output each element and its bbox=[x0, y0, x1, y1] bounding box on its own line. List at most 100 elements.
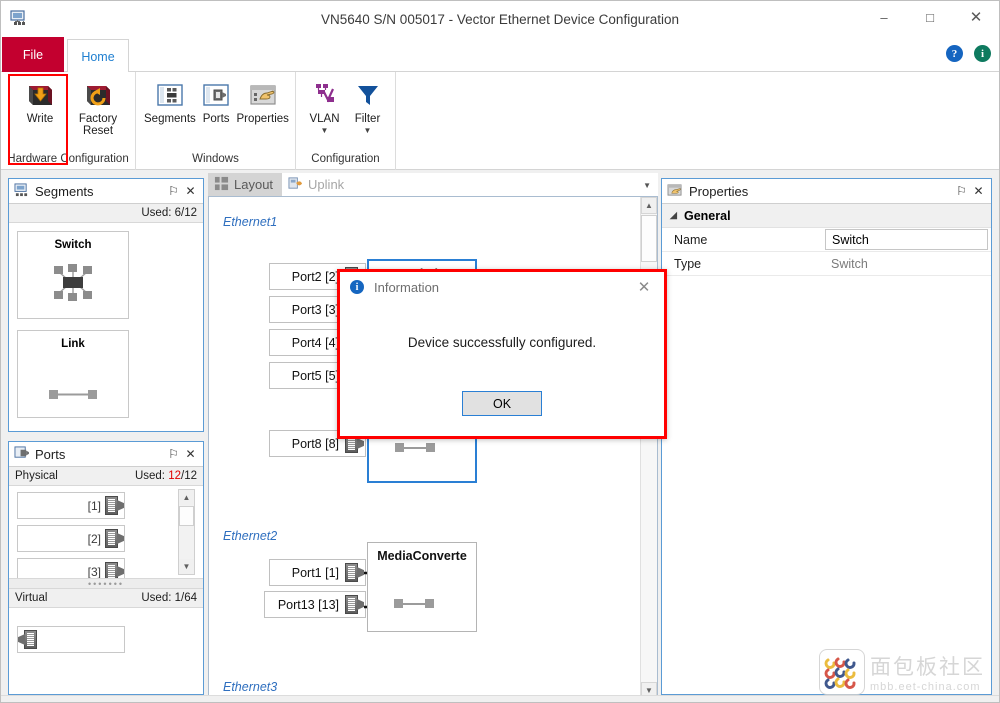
properties-group-general[interactable]: ◢ General bbox=[662, 204, 991, 228]
info-icon[interactable]: i bbox=[974, 45, 991, 62]
properties-close-icon[interactable]: ✕ bbox=[970, 182, 987, 200]
segments-used-label: Used: 6/12 bbox=[9, 204, 203, 223]
maximize-button[interactable]: □ bbox=[907, 1, 953, 33]
properties-pin-icon[interactable]: ⚐ bbox=[953, 182, 970, 200]
ribbon-empty-area bbox=[396, 72, 999, 170]
factory-reset-button-label: Factory Reset bbox=[78, 113, 118, 137]
filter-button-label: Filter bbox=[354, 113, 381, 125]
group-hardware-configuration-title: Hardware Configuration bbox=[7, 153, 129, 165]
ports-pin-icon[interactable]: ⚐ bbox=[165, 445, 182, 463]
dialog-ok-button[interactable]: OK bbox=[462, 391, 542, 416]
ports-window-button-label: Ports bbox=[202, 113, 230, 125]
filter-button[interactable]: Filter ▼ bbox=[346, 76, 389, 135]
ports-splitter[interactable]: ••••••• bbox=[9, 578, 203, 589]
properties-row-type: Type Switch bbox=[662, 252, 991, 276]
virtual-port-item[interactable] bbox=[17, 626, 125, 653]
factory-reset-icon bbox=[82, 80, 114, 110]
segment-card-switch-label: Switch bbox=[54, 239, 92, 251]
port-box-port13[interactable]: Port13 [13] bbox=[264, 591, 366, 618]
physical-port-item[interactable]: [2] bbox=[17, 525, 125, 552]
properties-group-label: General bbox=[684, 208, 731, 223]
ports-panel: Ports ⚐ ✕ Physical Used: 12/12 [1] [2] [… bbox=[8, 441, 204, 695]
group-configuration: VLAN ▼ Filter ▼ Configuration bbox=[296, 72, 396, 170]
dialog-header: i Information ✕ bbox=[340, 272, 664, 302]
properties-panel: Properties ⚐ ✕ ◢ General Name Switch Typ… bbox=[661, 178, 992, 695]
ports-window-button[interactable]: Ports bbox=[196, 76, 237, 125]
ports-virtual-list bbox=[9, 626, 203, 653]
segments-pin-icon[interactable]: ⚐ bbox=[165, 182, 182, 200]
layout-grid-icon bbox=[214, 176, 229, 194]
tab-uplink[interactable]: Uplink bbox=[282, 173, 354, 196]
properties-window-button[interactable]: Properties bbox=[236, 76, 289, 125]
ports-virtual-used: Used: 1/64 bbox=[141, 592, 197, 604]
app-icon bbox=[9, 9, 29, 29]
scrollbar-thumb[interactable] bbox=[641, 215, 657, 262]
physical-port-item[interactable]: [1] bbox=[17, 492, 125, 519]
scroll-up-icon[interactable]: ▲ bbox=[179, 490, 194, 505]
window-title: VN5640 S/N 005017 - Vector Ethernet Devi… bbox=[321, 11, 679, 27]
link-icon bbox=[394, 599, 434, 608]
vlan-icon bbox=[309, 80, 341, 110]
filter-funnel-icon bbox=[352, 80, 384, 110]
device-box-mediaconverter[interactable]: MediaConverte bbox=[367, 542, 477, 632]
rj45-icon bbox=[105, 528, 124, 549]
segments-window-button[interactable]: Segments bbox=[144, 76, 196, 125]
ports-panel-title: Ports bbox=[35, 446, 66, 462]
community-logo-icon bbox=[819, 649, 865, 695]
properties-panel-header: Properties ⚐ ✕ bbox=[662, 179, 991, 204]
rj45-icon bbox=[105, 561, 124, 578]
properties-window-icon bbox=[247, 80, 279, 110]
uplink-icon bbox=[288, 176, 303, 194]
watermark-url: mbb.eet-china.com bbox=[870, 681, 981, 693]
minimize-button[interactable]: – bbox=[861, 1, 907, 33]
vlan-button-label: VLAN bbox=[309, 113, 340, 125]
group-windows: Segments Ports Properties Windows bbox=[136, 72, 296, 170]
vlan-button[interactable]: VLAN ▼ bbox=[303, 76, 346, 135]
ports-virtual-label: Virtual bbox=[15, 592, 48, 604]
segment-card-switch[interactable]: Switch bbox=[17, 231, 129, 319]
vlan-chevron-down-icon[interactable]: ▼ bbox=[321, 127, 329, 135]
segments-panel-title: Segments bbox=[35, 183, 94, 199]
title-bar: VN5640 S/N 005017 - Vector Ethernet Devi… bbox=[1, 1, 999, 37]
properties-panel-title: Properties bbox=[689, 183, 749, 199]
filter-chevron-down-icon[interactable]: ▼ bbox=[364, 127, 372, 135]
tab-file[interactable]: File bbox=[2, 37, 64, 72]
application-window: VN5640 S/N 005017 - Vector Ethernet Devi… bbox=[0, 0, 1000, 703]
group-windows-title: Windows bbox=[192, 153, 239, 165]
close-button[interactable]: ✕ bbox=[953, 1, 999, 33]
segments-panel: Segments ⚐ ✕ Used: 6/12 Switch Link bbox=[8, 178, 204, 432]
scroll-up-icon[interactable]: ▲ bbox=[641, 197, 657, 214]
physical-port-item[interactable]: [3] bbox=[17, 558, 125, 578]
layout-tab-dropdown-icon[interactable]: ▼ bbox=[643, 181, 651, 190]
tab-home[interactable]: Home bbox=[67, 39, 129, 73]
scroll-down-icon[interactable]: ▼ bbox=[179, 559, 194, 574]
properties-window-button-label: Properties bbox=[236, 113, 289, 125]
properties-name-input[interactable]: Switch bbox=[825, 229, 988, 250]
info-icon: i bbox=[350, 280, 364, 294]
properties-type-value: Switch bbox=[831, 256, 868, 271]
watermark-title: 面包板社区 bbox=[870, 655, 985, 679]
device-box-label: MediaConverte bbox=[377, 549, 467, 563]
ports-close-icon[interactable]: ✕ bbox=[182, 445, 199, 463]
ports-physical-header: Physical Used: 12/12 bbox=[9, 467, 203, 486]
link-icon bbox=[18, 388, 128, 400]
rj45-icon bbox=[18, 629, 37, 650]
dialog-close-icon[interactable]: ✕ bbox=[624, 273, 664, 301]
segments-close-icon[interactable]: ✕ bbox=[182, 182, 199, 200]
help-icon[interactable]: ? bbox=[946, 45, 963, 62]
port-box-port1[interactable]: Port1 [1] bbox=[269, 559, 366, 586]
collapse-triangle-icon[interactable]: ◢ bbox=[670, 210, 684, 221]
layout-tab-rest: ▼ bbox=[353, 173, 658, 196]
factory-reset-button[interactable]: Factory Reset bbox=[69, 76, 127, 137]
ports-physical-scrollbar[interactable]: ▲ ▼ bbox=[178, 489, 195, 575]
ports-physical-list: [1] [2] [3] ▲ ▼ bbox=[9, 486, 203, 578]
group-hardware-configuration: Write Factory Reset Hardware Configurati… bbox=[1, 72, 136, 170]
physical-port-label: [2] bbox=[87, 531, 101, 546]
segments-panel-header: Segments ⚐ ✕ bbox=[9, 179, 203, 204]
scrollbar-thumb[interactable] bbox=[179, 506, 194, 526]
tab-layout[interactable]: Layout bbox=[208, 173, 283, 196]
properties-key: Name bbox=[662, 228, 825, 251]
segment-card-link[interactable]: Link bbox=[17, 330, 129, 418]
write-button[interactable]: Write bbox=[11, 76, 69, 125]
segments-card-list: Switch Link bbox=[9, 223, 203, 418]
